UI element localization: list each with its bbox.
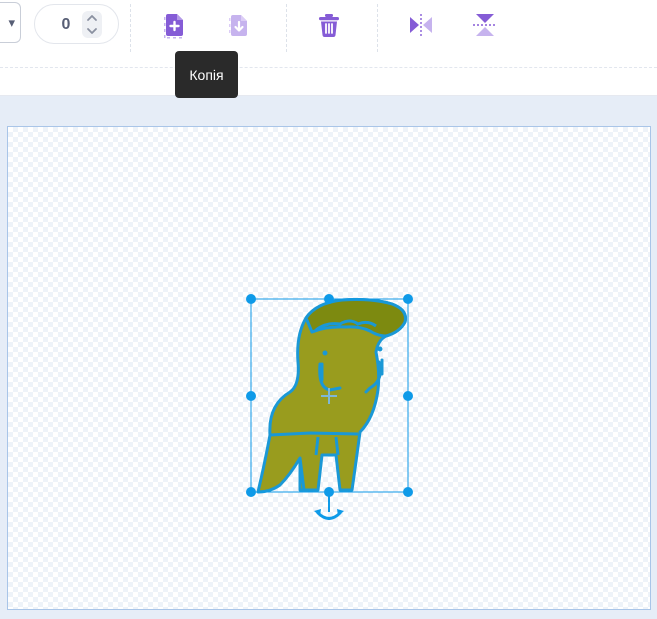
resize-handle-top-right[interactable] [403,294,413,304]
flip-vertical-icon [473,14,497,36]
flip-horizontal-icon [410,14,432,36]
chevron-down-icon[interactable] [85,25,99,37]
trash-icon [319,14,339,37]
toolbar-row-divider [0,67,657,68]
paint-editor-toolbar: ▾ 0 [0,0,657,96]
resize-handle-left[interactable] [246,391,256,401]
delete-button[interactable] [312,8,346,42]
stepper-arrows [82,11,102,38]
resize-handle-bottom-left[interactable] [246,487,256,497]
resize-handle-right[interactable] [403,391,413,401]
caret-down-icon: ▾ [8,14,15,30]
toolbar-divider [286,4,287,52]
copy-button[interactable] [158,8,192,42]
paste-button[interactable] [221,8,255,42]
toolbar-divider [130,4,131,52]
paste-icon [229,15,247,36]
resize-handle-bottom[interactable] [324,487,334,497]
resize-handle-top-left[interactable] [246,294,256,304]
resize-handle-bottom-right[interactable] [403,487,413,497]
copy-icon [164,14,183,39]
size-stepper[interactable]: 0 [34,4,119,44]
flip-vertical-button[interactable] [468,8,502,42]
stepper-value[interactable]: 0 [55,16,77,34]
chevron-up-icon[interactable] [85,12,99,24]
flip-horizontal-button[interactable] [404,8,438,42]
toolbar-divider [377,4,378,52]
brush-mode-dropdown[interactable]: ▾ [0,2,21,43]
tooltip: Копія [175,51,238,98]
resize-handle-top[interactable] [324,294,334,304]
